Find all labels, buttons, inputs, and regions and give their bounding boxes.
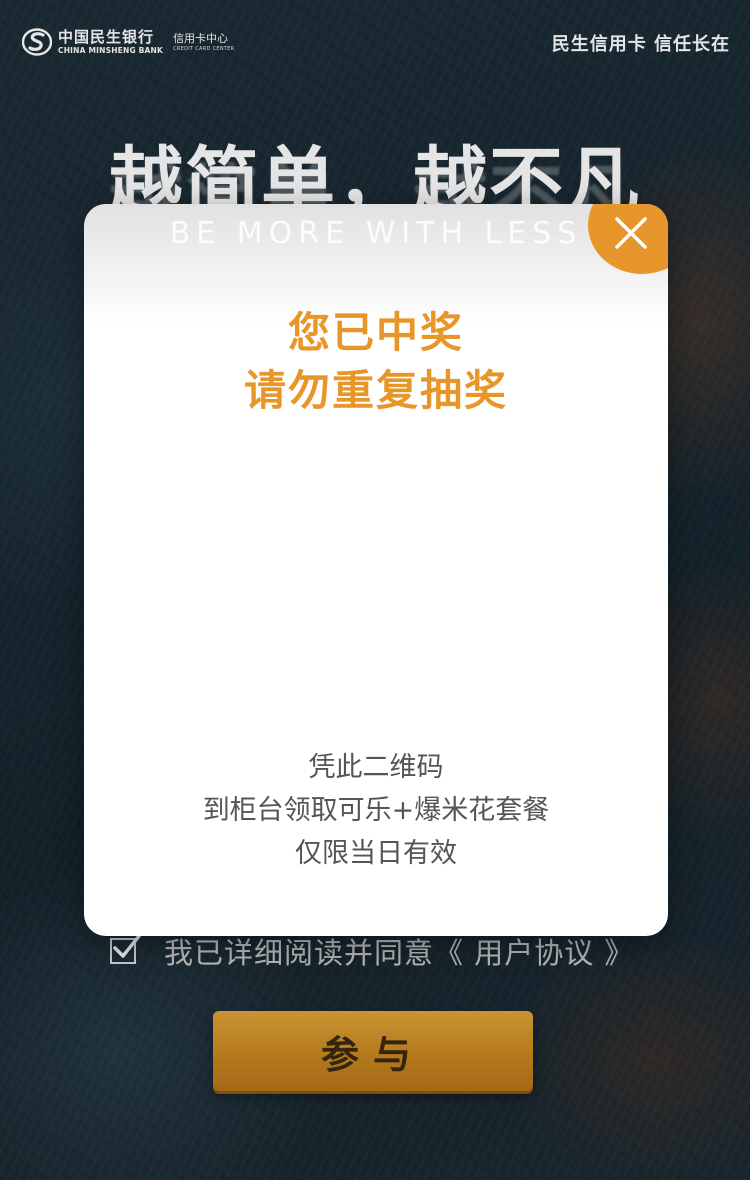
page: 中国民生银行 CHINA MINSHENG BANK 信用卡中心 CREDIT … (0, 0, 750, 1180)
hero-subtitle: BE MORE WITH LESS (169, 216, 583, 251)
prize-modal: BE MORE WITH LESS 您已中奖 请勿重复抽奖 凭此二维码 到柜台领… (84, 204, 668, 936)
prize-title-line2: 请勿重复抽奖 (243, 366, 508, 415)
close-icon (615, 217, 647, 249)
prize-info-line2: 到柜台领取可乐+爆米花套餐 (202, 795, 550, 826)
prize-info-line1: 凭此二维码 (308, 752, 444, 783)
prize-title: 您已中奖 请勿重复抽奖 (84, 304, 668, 420)
prize-info-line3: 仅限当日有效 (295, 838, 457, 869)
prize-info: 凭此二维码 到柜台领取可乐+爆米花套餐 仅限当日有效 (84, 746, 668, 875)
prize-title-line1: 您已中奖 (287, 308, 464, 357)
